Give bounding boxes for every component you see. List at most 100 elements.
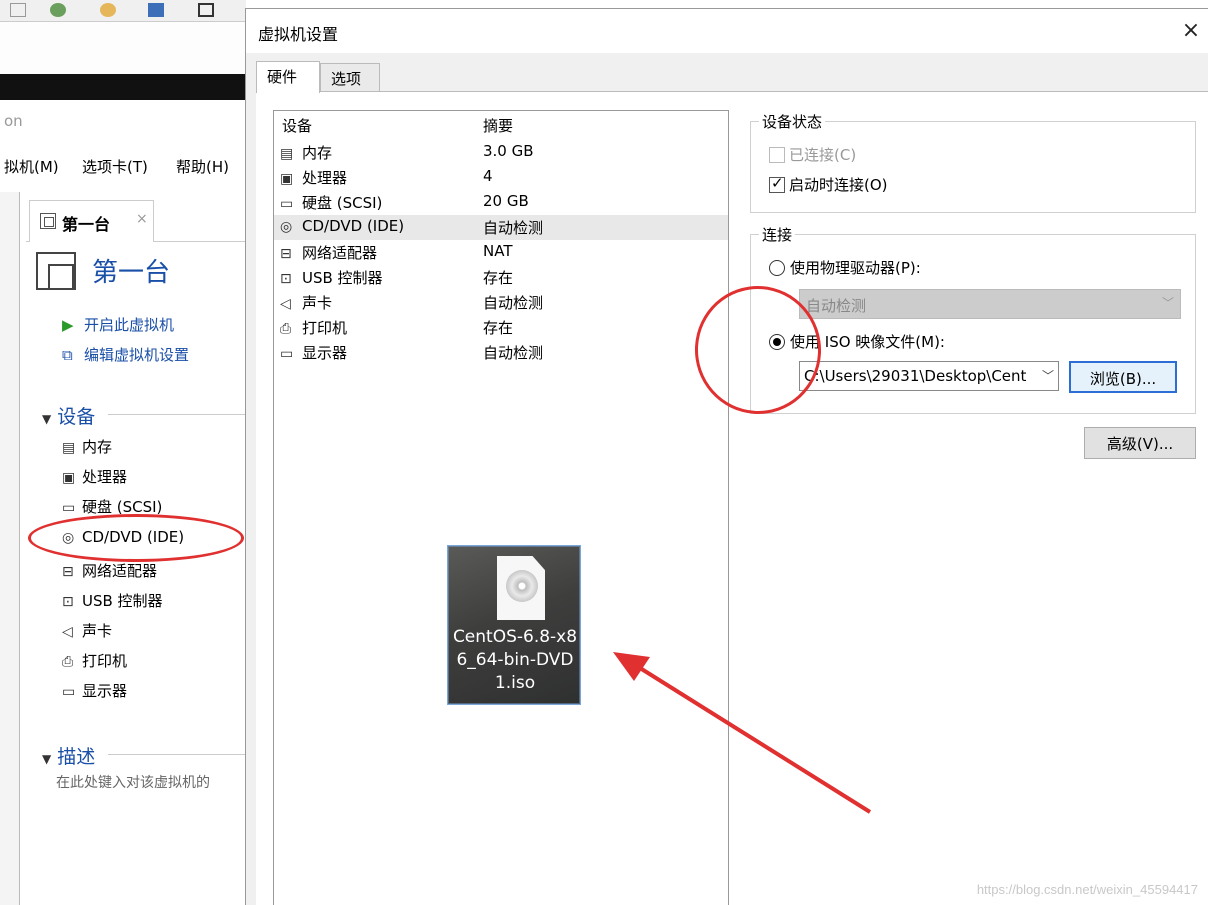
advanced-button[interactable]: 高级(V)...	[1084, 427, 1196, 459]
tab-hardware[interactable]: 硬件	[256, 61, 320, 93]
network-icon: ⊟	[280, 246, 292, 262]
annotation-ellipse	[28, 514, 244, 562]
tab-options[interactable]: 选项	[320, 63, 380, 93]
bg-device-label: USB 控制器	[82, 592, 163, 610]
checkbox-unchecked-icon	[769, 147, 785, 163]
devices-section-label: 设备	[57, 406, 96, 428]
edit-settings-label: 编辑虚拟机设置	[84, 346, 190, 364]
usb-icon: ⊡	[280, 271, 292, 287]
vm-tab-bar: 第一台 ×	[26, 196, 246, 242]
physical-drive-value: 自动检测	[806, 297, 867, 315]
menu-bar: 拟机(M) 选项卡(T) 帮助(H)	[0, 152, 246, 180]
device-status-legend: 设备状态	[759, 111, 826, 132]
watermark: https://blog.csdn.net/weixin_45594417	[976, 882, 1198, 897]
device-summary: 自动检测	[483, 294, 544, 312]
dialog-title: 虚拟机设置	[258, 25, 339, 44]
power-on-action[interactable]: ▶ 开启此虚拟机	[62, 314, 174, 335]
device-name: 内存	[302, 144, 333, 162]
radio-off-icon	[769, 260, 785, 276]
memory-icon: ▤	[62, 440, 76, 456]
browse-button[interactable]: 浏览(B)...	[1069, 361, 1177, 393]
bg-device-sound[interactable]: ◁ 声卡	[62, 620, 112, 641]
device-row-memory[interactable]: ▤ 内存 3.0 GB	[274, 140, 728, 165]
chevron-down-icon[interactable]: ﹀	[1037, 367, 1054, 384]
device-status-group: 设备状态 已连接(C) ✓ 启动时连接(O)	[750, 111, 1196, 213]
sound-icon: ◁	[280, 296, 291, 312]
bg-device-label: 网络适配器	[82, 562, 158, 580]
console-area	[0, 22, 246, 74]
physical-drive-radio[interactable]: 使用物理驱动器(P):	[769, 257, 921, 278]
column-header-summary[interactable]: 摘要	[483, 115, 513, 136]
close-icon[interactable]: ×	[1177, 19, 1205, 47]
menu-vm[interactable]: 拟机(M)	[4, 156, 59, 177]
display-icon: ▭	[280, 346, 294, 362]
play-icon: ▶	[62, 316, 74, 334]
device-row-display[interactable]: ▭ 显示器 自动检测	[274, 340, 728, 365]
manage-icon[interactable]	[148, 3, 164, 17]
description-input[interactable]: 在此处键入对该虚拟机的	[56, 772, 210, 792]
cd-dvd-icon: ◎	[280, 219, 293, 235]
sound-icon: ◁	[62, 624, 73, 640]
iso-file-item[interactable]: CentOS-6.8-x86_64-bin-DVD1.iso	[447, 545, 581, 705]
device-row-cd-dvd[interactable]: ◎ CD/DVD (IDE) 自动检测	[274, 215, 728, 240]
connect-at-power-on-checkbox[interactable]: ✓ 启动时连接(O)	[769, 174, 888, 195]
toolbar-button-icon[interactable]	[10, 3, 26, 17]
edit-settings-action[interactable]: ⧉ 编辑虚拟机设置	[62, 344, 189, 365]
bg-device-display[interactable]: ▭ 显示器	[62, 680, 127, 701]
bg-device-label: 打印机	[82, 652, 128, 670]
tab-label: 第一台	[62, 215, 111, 234]
device-name: 处理器	[302, 169, 348, 187]
revert-icon[interactable]	[100, 3, 116, 17]
vm-settings-dialog: 虚拟机设置 × 硬件 选项 设备 摘要 ▤ 内存 3.0 GB ▣ 处理器 4 ▭ 硬…	[245, 8, 1208, 905]
device-summary: 自动检测	[483, 344, 544, 362]
bg-device-memory[interactable]: ▤ 内存	[62, 436, 112, 457]
device-name: CD/DVD (IDE)	[302, 217, 405, 235]
devices-section-header[interactable]: ▼ 设备	[42, 402, 246, 429]
bg-device-usb[interactable]: ⊡ USB 控制器	[62, 590, 163, 611]
device-row-network[interactable]: ⊟ 网络适配器 NAT	[274, 240, 728, 265]
device-summary: 自动检测	[483, 219, 544, 237]
device-row-printer[interactable]: ⎙ 打印机 存在	[274, 315, 728, 340]
snapshot-icon[interactable]	[50, 3, 66, 17]
cpu-icon: ▣	[62, 470, 76, 486]
connect-at-power-on-label: 启动时连接(O)	[789, 176, 888, 194]
connected-label: 已连接(C)	[789, 146, 857, 164]
memory-icon: ▤	[280, 146, 294, 162]
device-summary: 存在	[483, 269, 514, 287]
device-row-cpu[interactable]: ▣ 处理器 4	[274, 165, 728, 190]
bg-device-cpu[interactable]: ▣ 处理器	[62, 466, 127, 487]
menu-tabs[interactable]: 选项卡(T)	[82, 156, 148, 177]
printer-icon: ⎙	[280, 321, 292, 337]
connection-group: 连接 使用物理驱动器(P): 自动检测 ﹀ 使用 ISO 映像文件(M): C:…	[750, 224, 1196, 414]
fullscreen-icon[interactable]	[198, 3, 214, 17]
bg-device-printer[interactable]: ⎙ 打印机	[62, 650, 127, 671]
description-section-header[interactable]: ▼ 描述	[42, 742, 246, 769]
tab-first-vm[interactable]: 第一台 ×	[29, 200, 154, 242]
device-row-usb[interactable]: ⊡ USB 控制器 存在	[274, 265, 728, 290]
harddisk-icon: ▭	[62, 500, 76, 516]
power-on-label: 开启此虚拟机	[84, 316, 175, 334]
device-name: 硬盘 (SCSI)	[302, 194, 383, 212]
device-row-sound[interactable]: ◁ 声卡 自动检测	[274, 290, 728, 315]
library-panel-edge[interactable]	[0, 192, 20, 905]
bg-device-label: 显示器	[82, 682, 128, 700]
device-name: 网络适配器	[302, 244, 378, 262]
window-title-fragment: on	[4, 112, 23, 130]
column-header-device[interactable]: 设备	[282, 115, 312, 136]
hardware-panel: 设备 摘要 ▤ 内存 3.0 GB ▣ 处理器 4 ▭ 硬盘 (SCSI) 20 GB…	[256, 91, 1208, 905]
menu-help[interactable]: 帮助(H)	[176, 156, 229, 177]
device-row-harddisk[interactable]: ▭ 硬盘 (SCSI) 20 GB	[274, 190, 728, 215]
dialog-titlebar[interactable]: 虚拟机设置 ×	[246, 9, 1208, 53]
collapse-triangle-icon: ▼	[42, 412, 52, 426]
device-list[interactable]: 设备 摘要 ▤ 内存 3.0 GB ▣ 处理器 4 ▭ 硬盘 (SCSI) 20 GB…	[273, 110, 729, 905]
usb-icon: ⊡	[62, 594, 74, 610]
device-summary: 存在	[483, 319, 514, 337]
physical-drive-label: 使用物理驱动器(P):	[790, 259, 921, 277]
tab-close-icon[interactable]: ×	[136, 211, 148, 227]
edit-settings-icon: ⧉	[62, 346, 73, 364]
iso-path-input[interactable]: C:\Users\29031\Desktop\Cent ﹀	[799, 361, 1059, 391]
disc-icon	[506, 570, 538, 602]
checkbox-checked-icon: ✓	[769, 174, 785, 193]
bg-device-network[interactable]: ⊟ 网络适配器	[62, 560, 157, 581]
device-summary: NAT	[483, 242, 513, 260]
